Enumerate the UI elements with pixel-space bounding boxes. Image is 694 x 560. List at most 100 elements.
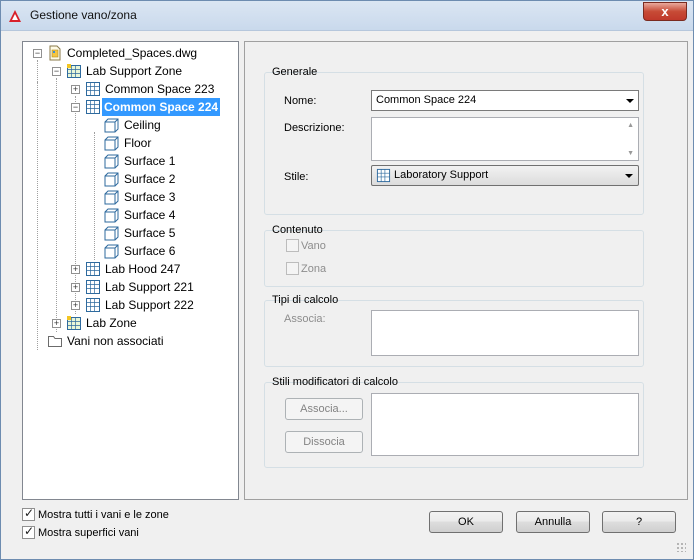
vano-label: Vano — [301, 240, 326, 252]
description-label: Descrizione: — [284, 122, 345, 134]
calculation-types-list[interactable] — [371, 310, 639, 356]
surface-icon — [104, 118, 119, 133]
dialog-window: Gestione vano/zona x − Completed_Spaces.… — [0, 0, 694, 560]
calc-associate-label: Associa: — [284, 313, 326, 325]
description-field[interactable]: ▲ ▼ — [371, 117, 639, 161]
tree-item-label: Surface 2 — [124, 172, 176, 186]
show-surfaces-checkbox[interactable]: ✓ — [22, 524, 35, 539]
expand-icon[interactable]: + — [71, 265, 80, 274]
surface-icon — [104, 136, 119, 151]
style-dropdown[interactable]: Laboratory Support — [371, 165, 639, 186]
general-group-title: Generale — [272, 66, 318, 78]
tree-item-label-selected: Common Space 224 — [102, 98, 221, 116]
dropdown-arrow-icon[interactable] — [625, 174, 633, 178]
tree-item-label: Surface 5 — [124, 226, 176, 240]
associate-button[interactable]: Associa... — [285, 398, 363, 420]
scroll-up-icon[interactable]: ▲ — [627, 122, 634, 129]
dwg-file-icon — [49, 45, 61, 61]
expand-icon[interactable]: + — [71, 283, 80, 292]
ok-button[interactable]: OK — [429, 511, 503, 533]
show-surfaces-label: Mostra superfici vani — [38, 527, 139, 539]
tree-item-surface-1[interactable]: Surface 1 — [23, 152, 238, 170]
name-field[interactable]: Common Space 224 — [371, 90, 639, 111]
modifier-styles-list[interactable] — [371, 393, 639, 456]
tree-item-surface-6[interactable]: Surface 6 — [23, 242, 238, 260]
title-bar[interactable]: Gestione vano/zona x — [1, 1, 693, 31]
dissociate-button[interactable]: Dissocia — [285, 431, 363, 453]
resize-grip[interactable] — [676, 542, 686, 552]
tree-item-common-space-224[interactable]: − Common Space 224 — [23, 98, 238, 116]
tree-item-lab-hood-247[interactable]: + Lab Hood 247 — [23, 260, 238, 278]
zona-checkbox[interactable] — [286, 262, 299, 275]
tree-item-completed-spaces[interactable]: − Completed_Spaces.dwg — [23, 44, 238, 62]
close-button[interactable]: x — [643, 2, 687, 21]
show-all-checkbox[interactable]: ✓ — [22, 506, 35, 521]
contents-group — [264, 230, 644, 287]
cancel-button-label: Annulla — [534, 516, 572, 528]
tree-item-label: Vani non associati — [67, 334, 164, 348]
tree-item-label: Surface 3 — [124, 190, 176, 204]
space-grid-icon — [86, 262, 100, 276]
surface-icon — [104, 244, 119, 259]
tree-item-surface-3[interactable]: Surface 3 — [23, 188, 238, 206]
calc-modifier-styles-title: Stili modificatori di calcolo — [272, 376, 398, 388]
dialog-client: − Completed_Spaces.dwg − Lab Support Zon… — [8, 32, 688, 554]
surface-icon — [104, 154, 119, 169]
space-grid-icon — [86, 280, 100, 294]
ok-button-label: OK — [458, 516, 474, 528]
tree-item-lab-support-222[interactable]: + Lab Support 222 — [23, 296, 238, 314]
tree-item-lab-support-zone[interactable]: − Lab Support Zone — [23, 62, 238, 80]
space-style-icon — [376, 168, 391, 183]
expand-icon[interactable]: + — [52, 319, 61, 328]
surface-icon — [104, 172, 119, 187]
tree-item-lab-support-221[interactable]: + Lab Support 221 — [23, 278, 238, 296]
expand-icon[interactable]: + — [71, 85, 80, 94]
show-all-label: Mostra tutti i vani e le zone — [38, 509, 169, 521]
tree-item-common-space-223[interactable]: + Common Space 223 — [23, 80, 238, 98]
associate-button-label: Associa... — [300, 403, 348, 415]
collapse-icon[interactable]: − — [71, 103, 80, 112]
help-button-label: ? — [635, 516, 643, 528]
checkmark-icon: ✓ — [24, 524, 35, 538]
cancel-button[interactable]: Annulla — [516, 511, 590, 533]
collapse-icon[interactable]: − — [33, 49, 42, 58]
tree-item-label: Surface 1 — [124, 154, 176, 168]
tree-item-label: Lab Support Zone — [86, 64, 183, 78]
window-title: Gestione vano/zona — [30, 8, 137, 22]
tree-item-label: Common Space 223 — [105, 82, 215, 96]
folder-icon — [48, 336, 62, 347]
space-grid-icon — [86, 100, 100, 114]
tree-item-ceiling[interactable]: Ceiling — [23, 116, 238, 134]
style-label: Stile: — [284, 171, 309, 183]
tree-item-label: Lab Zone — [86, 316, 137, 330]
name-value: Common Space 224 — [376, 94, 477, 106]
dissociate-button-label: Dissocia — [303, 436, 345, 448]
surface-icon — [104, 208, 119, 223]
zone-grid-icon — [67, 64, 81, 78]
space-zone-tree[interactable]: − Completed_Spaces.dwg − Lab Support Zon… — [22, 41, 239, 500]
tree-item-unassociated-spaces[interactable]: Vani non associati — [23, 332, 238, 350]
tree-item-lab-zone[interactable]: + Lab Zone — [23, 314, 238, 332]
tree-item-label: Completed_Spaces.dwg — [67, 46, 198, 60]
properties-panel: Generale Nome: Common Space 224 Descrizi… — [244, 41, 688, 500]
zona-label: Zona — [301, 263, 327, 275]
surface-icon — [104, 226, 119, 241]
surface-icon — [104, 190, 119, 205]
vano-checkbox[interactable] — [286, 239, 299, 252]
expand-icon[interactable]: + — [71, 301, 80, 310]
scroll-down-icon[interactable]: ▼ — [627, 150, 634, 157]
style-value: Laboratory Support — [394, 169, 489, 181]
tree-item-surface-4[interactable]: Surface 4 — [23, 206, 238, 224]
space-grid-icon — [86, 82, 100, 96]
checkmark-icon: ✓ — [24, 506, 35, 520]
tree-item-label: Lab Hood 247 — [105, 262, 181, 276]
tree-item-label: Lab Support 221 — [105, 280, 194, 294]
tree-item-surface-5[interactable]: Surface 5 — [23, 224, 238, 242]
zone-grid-icon — [67, 316, 81, 330]
calculation-types-title: Tipi di calcolo — [272, 294, 339, 306]
collapse-icon[interactable]: − — [52, 67, 61, 76]
dropdown-arrow-icon[interactable] — [626, 99, 634, 103]
help-button[interactable]: ? — [602, 511, 676, 533]
tree-item-floor[interactable]: Floor — [23, 134, 238, 152]
tree-item-surface-2[interactable]: Surface 2 — [23, 170, 238, 188]
